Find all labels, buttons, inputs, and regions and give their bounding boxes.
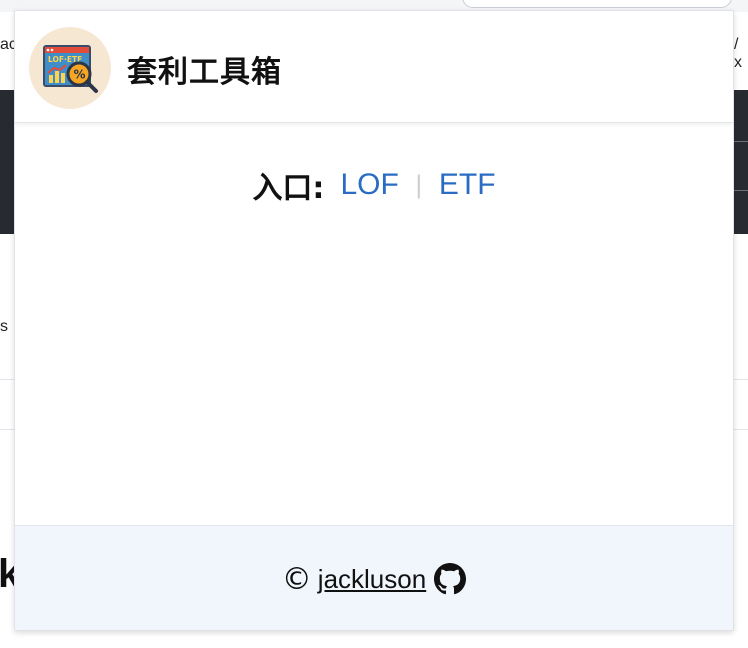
background-text-fragment: s — [0, 318, 8, 335]
background-text-fragment: / x — [734, 36, 742, 71]
app-logo: LOF·ETF % — [29, 27, 111, 109]
browser-address-bar[interactable] — [462, 0, 732, 8]
entry-label: 入口: — [252, 171, 325, 206]
popup-footer: © jackluson — [15, 525, 733, 630]
entry-nav: 入口: LOF | ETF — [15, 163, 733, 207]
arbitrage-logo-icon: LOF·ETF % — [30, 28, 110, 108]
lof-link[interactable]: LOF — [340, 168, 398, 202]
etf-link[interactable]: ETF — [439, 168, 496, 202]
app-title: 套利工具箱 — [127, 55, 282, 90]
extension-popup: LOF·ETF % 套利工具箱 入口: LOF | ETF © jackluso… — [14, 10, 734, 631]
github-icon[interactable] — [434, 563, 467, 595]
copyright-symbol: © — [281, 561, 312, 597]
link-separator: | — [414, 171, 423, 199]
svg-text:%: % — [74, 68, 86, 82]
popup-header: LOF·ETF % 套利工具箱 — [15, 11, 733, 123]
author-link[interactable]: jackluson — [318, 564, 426, 595]
